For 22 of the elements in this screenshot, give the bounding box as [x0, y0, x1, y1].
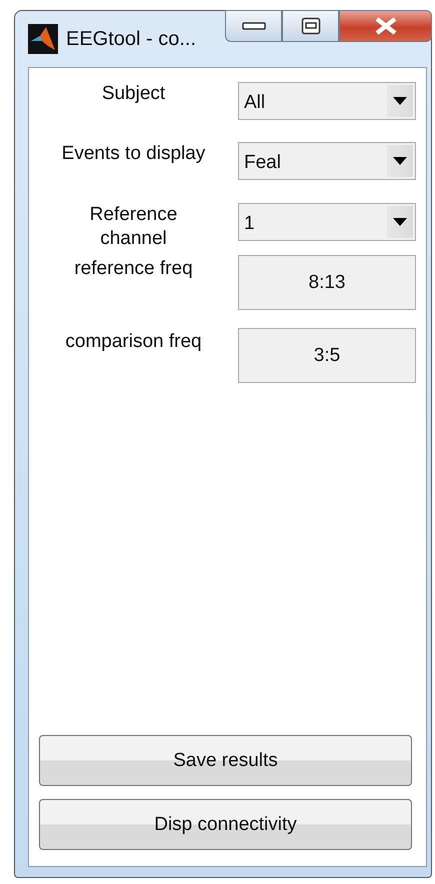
input-field[interactable]: 8:13	[238, 255, 416, 310]
maximize-icon	[300, 17, 320, 35]
dropdown[interactable]: 1	[238, 203, 416, 241]
close-icon	[372, 16, 398, 36]
input-field[interactable]: 3:5	[238, 328, 416, 383]
dropdown[interactable]: All	[238, 82, 416, 120]
dropdown[interactable]: Feal	[238, 142, 416, 180]
action-button[interactable]: Disp connectivity	[39, 799, 412, 850]
field-label: Events to display	[60, 142, 206, 166]
field-label: comparison freq	[64, 330, 203, 354]
caret-icon	[393, 97, 407, 105]
maximize-button[interactable]	[282, 10, 339, 42]
app-icon	[28, 24, 58, 54]
caret-icon	[393, 157, 407, 165]
action-button[interactable]: Save results	[39, 735, 412, 786]
minimize-button[interactable]	[225, 10, 282, 42]
field-label: Subject	[100, 82, 166, 106]
minimize-icon	[242, 21, 266, 31]
field-label: reference freq	[73, 257, 194, 281]
window-title: EEGtool - co...	[66, 28, 196, 50]
close-button[interactable]	[339, 10, 432, 42]
caret-icon	[393, 218, 407, 226]
